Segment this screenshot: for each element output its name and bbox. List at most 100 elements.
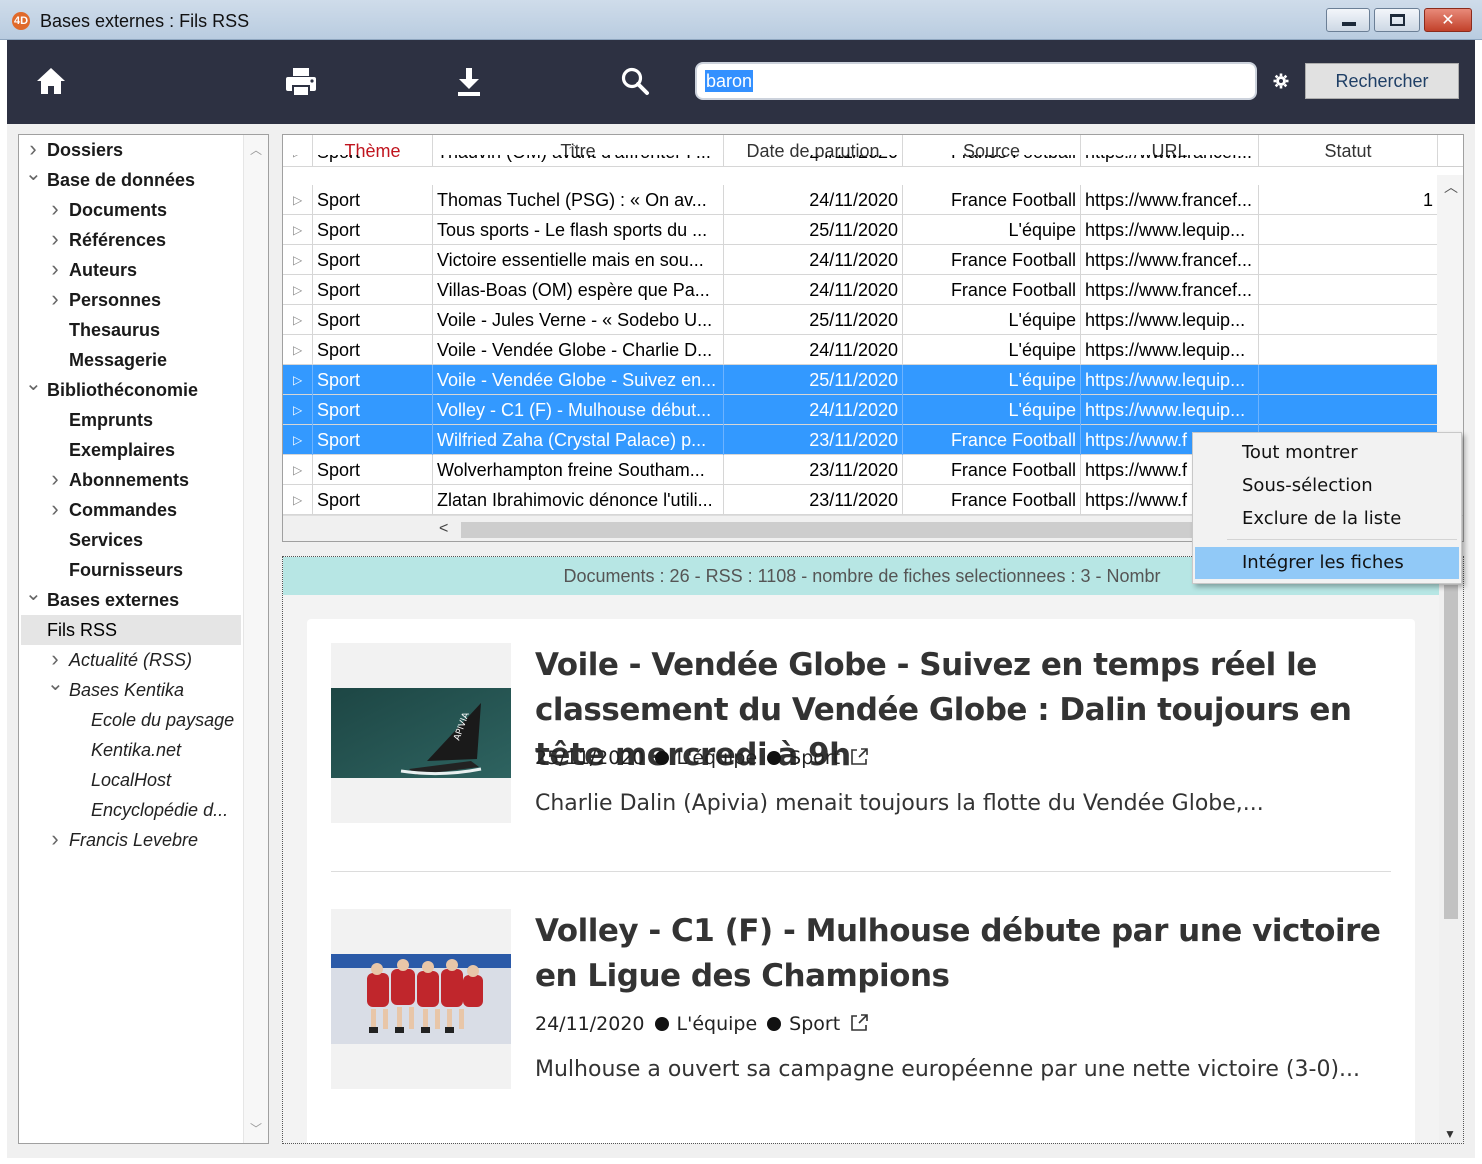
sidebar-item[interactable]: Exemplaires	[19, 435, 243, 465]
row-expander[interactable]: ▷	[283, 485, 313, 515]
chevron-down-icon[interactable]: ⌄	[25, 579, 42, 609]
sidebar-item[interactable]: Kentika.net	[19, 735, 243, 765]
sidebar-item[interactable]: Messagerie	[19, 345, 243, 375]
expand-triangle-icon[interactable]: ▷	[293, 485, 302, 515]
article-card[interactable]: Volley - C1 (F) - Mulhouse débute par un…	[331, 909, 1391, 1089]
row-expander[interactable]: ▷	[283, 275, 313, 305]
menu-item-sous-selection[interactable]: Sous-sélection	[1195, 470, 1459, 502]
search-button[interactable]: Rechercher	[1305, 63, 1459, 99]
gear-icon[interactable]	[1272, 72, 1290, 90]
cell-titre: Volley - C1 (F) - Mulhouse début...	[433, 395, 724, 425]
chevron-down-icon[interactable]: ⌄	[25, 159, 42, 189]
expand-triangle-icon[interactable]: ▷	[293, 275, 302, 305]
sidebar-item[interactable]: › Abonnements	[19, 465, 243, 495]
sidebar-item[interactable]: Thesaurus	[19, 315, 243, 345]
print-icon[interactable]	[281, 62, 321, 102]
row-expander[interactable]: ▷	[283, 365, 313, 395]
scroll-thumb[interactable]	[1444, 585, 1458, 919]
article-source: L'équipe	[676, 1013, 758, 1035]
expand-triangle-icon[interactable]: ▷	[293, 455, 302, 485]
sidebar-item-label: Francis Levebre	[69, 830, 199, 850]
sidebar-item[interactable]: ⌄ Base de données	[19, 163, 243, 195]
table-row[interactable]: ▷ Sport Voile - Vendée Globe - Suivez en..…	[283, 365, 1438, 395]
sidebar-item[interactable]: ⌄ Bases externes	[19, 583, 243, 615]
menu-item-exclure[interactable]: Exclure de la liste	[1195, 503, 1459, 535]
table-row[interactable]: ▷ Sport Victoire essentielle mais en sou..…	[283, 245, 1438, 275]
search-icon[interactable]	[615, 62, 655, 102]
table-row[interactable]: ▷ Sport Voile - Jules Verne - « Sodebo U..…	[283, 305, 1438, 335]
cell-url: https://www.lequip...	[1081, 395, 1259, 425]
search-input[interactable]	[695, 62, 1257, 100]
sidebar-item[interactable]: › Personnes	[19, 285, 243, 315]
sidebar-item[interactable]: Emprunts	[19, 405, 243, 435]
sidebar-item[interactable]: LocalHost	[19, 765, 243, 795]
table-row[interactable]: ▷ Sport Tous sports - Le flash sports du .…	[283, 215, 1438, 245]
table-row[interactable]: ▷ Sport Villas-Boas (OM) espère que Pa... 2…	[283, 275, 1438, 305]
table-row[interactable]: ▷ Sport Thomas Tuchel (PSG) : « On av... 24…	[283, 185, 1438, 215]
sidebar-item[interactable]: Encyclopédie d...	[19, 795, 243, 825]
scroll-up-icon[interactable]: ︿	[250, 141, 262, 158]
home-icon[interactable]	[31, 62, 71, 102]
close-button[interactable]: ✕	[1424, 8, 1472, 32]
maximize-button[interactable]	[1374, 8, 1420, 32]
sidebar-item[interactable]: › Dossiers	[19, 135, 243, 165]
expand-triangle-icon[interactable]: ▷	[293, 245, 302, 275]
expand-triangle-icon[interactable]: ▷	[293, 185, 302, 215]
expand-triangle-icon[interactable]: ▷	[293, 365, 302, 395]
row-expander[interactable]: ▷	[283, 335, 313, 365]
article-title[interactable]: Volley - C1 (F) - Mulhouse débute par un…	[535, 909, 1385, 999]
detail-vertical-scrollbar[interactable]: ▼	[1439, 557, 1463, 1143]
article-date: 25/11/2020	[535, 747, 645, 769]
table-row[interactable]: ▷ Sport Voile - Vendée Globe - Charlie D..…	[283, 335, 1438, 365]
sidebar-item[interactable]: Ecole du paysage	[19, 705, 243, 735]
chevron-right-icon[interactable]: ›	[47, 194, 63, 224]
article-thumbnail	[331, 909, 511, 1089]
sidebar-item[interactable]: Fils RSS	[21, 615, 241, 645]
row-expander[interactable]: ▷	[283, 305, 313, 335]
row-expander[interactable]: ▷	[283, 395, 313, 425]
chevron-right-icon[interactable]: ›	[47, 224, 63, 254]
expand-triangle-icon[interactable]: ▷	[293, 335, 302, 365]
chevron-right-icon[interactable]: ›	[47, 824, 63, 854]
sidebar-item[interactable]: ⌄ Bibliothéconomie	[19, 373, 243, 405]
sidebar-item[interactable]: › Documents	[19, 195, 243, 225]
expand-triangle-icon[interactable]: ▷	[293, 305, 302, 335]
chevron-right-icon[interactable]: ›	[47, 464, 63, 494]
sidebar-item[interactable]: › Auteurs	[19, 255, 243, 285]
sidebar-item-label: Base de données	[47, 170, 196, 190]
chevron-right-icon[interactable]: ›	[47, 494, 63, 524]
menu-item-integrer[interactable]: Intégrer les fiches	[1195, 547, 1459, 579]
sidebar-item[interactable]: › Francis Levebre	[19, 825, 243, 855]
chevron-down-icon[interactable]: ⌄	[25, 369, 42, 399]
row-expander[interactable]: ▷	[283, 425, 313, 455]
row-expander[interactable]: ▷	[283, 215, 313, 245]
external-link-icon[interactable]	[849, 747, 869, 772]
download-icon[interactable]	[449, 62, 489, 102]
expand-triangle-icon[interactable]: ▷	[293, 395, 302, 425]
scroll-thumb[interactable]	[461, 522, 1221, 538]
scroll-down-icon[interactable]: ▼	[1444, 1127, 1456, 1141]
expand-triangle-icon[interactable]: ▷	[293, 425, 302, 455]
sidebar-item[interactable]: ⌄ Bases Kentika	[19, 673, 243, 705]
expand-triangle-icon[interactable]: ▷	[293, 215, 302, 245]
sidebar-item[interactable]: › Références	[19, 225, 243, 255]
scroll-left-icon[interactable]: <	[439, 520, 448, 538]
cell-titre: Voile - Vendée Globe - Suivez en...	[433, 365, 724, 395]
row-expander[interactable]: ▷	[283, 455, 313, 485]
table-row[interactable]: ▷ Sport Volley - C1 (F) - Mulhouse début..…	[283, 395, 1438, 425]
minimize-button[interactable]	[1326, 8, 1370, 32]
scroll-up-icon[interactable]: ︿	[1444, 177, 1458, 197]
sidebar-item[interactable]: Services	[19, 525, 243, 555]
sidebar-scrollbar[interactable]: ︿ ﹀	[243, 135, 268, 1143]
chevron-right-icon[interactable]: ›	[47, 284, 63, 314]
menu-item-tout-montrer[interactable]: Tout montrer	[1195, 437, 1459, 469]
sidebar-item[interactable]: › Commandes	[19, 495, 243, 525]
external-link-icon[interactable]	[849, 1013, 869, 1038]
chevron-down-icon[interactable]: ⌄	[47, 669, 64, 699]
chevron-right-icon[interactable]: ›	[47, 254, 63, 284]
scroll-down-icon[interactable]: ﹀	[250, 1120, 262, 1137]
row-expander[interactable]: ▷	[283, 185, 313, 215]
article-card[interactable]: APIVIA Voile - Vendée Globe - Suivez en …	[331, 643, 1391, 823]
sidebar-item[interactable]: Fournisseurs	[19, 555, 243, 585]
row-expander[interactable]: ▷	[283, 245, 313, 275]
